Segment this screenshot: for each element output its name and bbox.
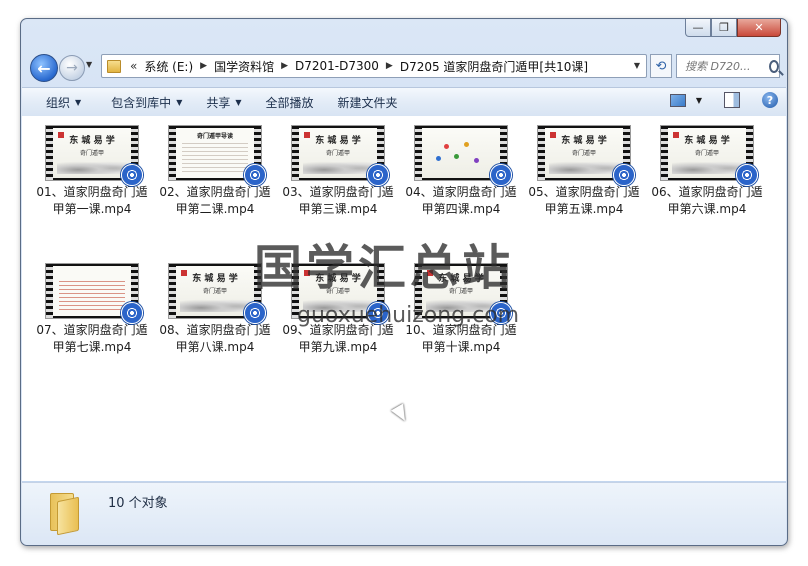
chevron-right-icon[interactable]: ▶	[281, 61, 288, 71]
details-pane: 10 个对象	[22, 482, 786, 545]
file-item[interactable]: 奇门遁甲导读 02、道家阴盘奇门遁甲第二课.mp4	[159, 125, 271, 218]
file-name: 03、道家阴盘奇门遁甲第三课.mp4	[282, 185, 394, 216]
file-name: 02、道家阴盘奇门遁甲第二课.mp4	[159, 185, 271, 216]
organize-menu[interactable]: 组织 ▼	[22, 94, 93, 111]
file-name: 01、道家阴盘奇门遁甲第一课.mp4	[36, 185, 148, 216]
file-item[interactable]: 07、道家阴盘奇门遁甲第七课.mp4	[36, 263, 148, 356]
media-player-icon	[244, 164, 266, 186]
new-folder-button[interactable]: 新建文件夹	[326, 94, 410, 111]
media-player-icon	[490, 164, 512, 186]
organize-label: 组织	[46, 95, 71, 110]
breadcrumb-overflow[interactable]: «	[130, 59, 137, 73]
chevron-down-icon: ▼	[75, 97, 82, 107]
toolbar-right: ▼ ?	[669, 92, 778, 108]
file-name: 04、道家阴盘奇门遁甲第四课.mp4	[405, 185, 517, 216]
file-name: 06、道家阴盘奇门遁甲第六课.mp4	[651, 185, 763, 216]
share-menu[interactable]: 共享 ▼	[194, 94, 253, 111]
file-item[interactable]: 东 城 易 学奇门遁甲 03、道家阴盘奇门遁甲第三课.mp4	[282, 125, 394, 218]
media-player-icon	[613, 164, 635, 186]
change-view-icon[interactable]	[669, 93, 686, 107]
folder-icon	[107, 59, 121, 73]
file-item[interactable]: 04、道家阴盘奇门遁甲第四课.mp4	[405, 125, 517, 218]
play-all-button[interactable]: 全部播放	[254, 94, 326, 111]
video-thumbnail	[414, 125, 512, 186]
media-player-icon	[121, 164, 143, 186]
file-item[interactable]: 东 城 易 学奇门遁甲 08、道家阴盘奇门遁甲第八课.mp4	[159, 263, 271, 356]
video-thumbnail: 东 城 易 学奇门遁甲	[660, 125, 758, 186]
file-item[interactable]: 东 城 易 学奇门遁甲 01、道家阴盘奇门遁甲第一课.mp4	[36, 125, 148, 218]
maximize-button[interactable]: ❐	[711, 19, 737, 37]
file-name: 07、道家阴盘奇门遁甲第七课.mp4	[36, 323, 148, 354]
media-player-icon	[367, 302, 389, 324]
video-thumbnail: 东 城 易 学奇门遁甲	[537, 125, 635, 186]
breadcrumb-library[interactable]: 国学资料馆	[214, 58, 274, 75]
file-item[interactable]: 东 城 易 学奇门遁甲 09、道家阴盘奇门遁甲第九课.mp4	[282, 263, 394, 356]
breadcrumb-drive[interactable]: 系统 (E:)	[144, 58, 193, 75]
media-player-icon	[736, 164, 758, 186]
media-player-icon	[121, 302, 143, 324]
chevron-right-icon[interactable]: ▶	[386, 61, 393, 71]
breadcrumb-range[interactable]: D7201-D7300	[295, 59, 379, 73]
help-icon[interactable]: ?	[762, 92, 778, 108]
video-thumbnail: 奇门遁甲导读	[168, 125, 266, 186]
video-thumbnail: 东 城 易 学奇门遁甲	[45, 125, 143, 186]
share-label: 共享	[206, 95, 231, 110]
view-dropdown-icon[interactable]: ▼	[696, 96, 702, 105]
chevron-right-icon[interactable]: ▶	[200, 61, 207, 71]
breadcrumb-current[interactable]: D7205 道家阴盘奇门遁甲[共10课]	[400, 58, 588, 75]
video-thumbnail: 东 城 易 学奇门遁甲	[168, 263, 266, 324]
file-list: 东 城 易 学奇门遁甲 01、道家阴盘奇门遁甲第一课.mp4 奇门遁甲导读 02…	[22, 116, 786, 481]
recent-pages-dropdown[interactable]: ▼	[86, 60, 92, 69]
video-thumbnail	[45, 263, 143, 324]
media-player-icon	[367, 164, 389, 186]
address-dropdown[interactable]: ▼	[634, 61, 640, 70]
address-bar[interactable]: « 系统 (E:) ▶ 国学资料馆 ▶ D7201-D7300 ▶ D7205 …	[101, 54, 647, 78]
video-thumbnail: 东 城 易 学奇门遁甲	[291, 263, 389, 324]
explorer-window: — ❐ ✕ ← → ▼ « 系统 (E:) ▶ 国学资料馆 ▶ D7201-D7…	[20, 18, 788, 546]
include-in-library-menu[interactable]: 包含到库中 ▼	[93, 94, 194, 111]
file-name: 10、道家阴盘奇门遁甲第十课.mp4	[405, 323, 517, 354]
chevron-down-icon: ▼	[235, 97, 242, 107]
file-item[interactable]: 东 城 易 学奇门遁甲 05、道家阴盘奇门遁甲第五课.mp4	[528, 125, 640, 218]
search-icon[interactable]	[769, 59, 779, 73]
file-name: 09、道家阴盘奇门遁甲第九课.mp4	[282, 323, 394, 354]
caption-buttons: — ❐ ✕	[685, 19, 781, 37]
preview-pane-icon[interactable]	[724, 92, 740, 108]
file-item[interactable]: 东 城 易 学奇门遁甲 10、道家阴盘奇门遁甲第十课.mp4	[405, 263, 517, 356]
refresh-button[interactable]: ⟲	[650, 54, 672, 78]
media-player-icon	[490, 302, 512, 324]
minimize-button[interactable]: —	[685, 19, 711, 37]
command-bar: 组织 ▼ 包含到库中 ▼ 共享 ▼ 全部播放 新建文件夹 ▼ ?	[22, 87, 786, 117]
file-name: 05、道家阴盘奇门遁甲第五课.mp4	[528, 185, 640, 216]
video-thumbnail: 东 城 易 学奇门遁甲	[291, 125, 389, 186]
close-button[interactable]: ✕	[737, 19, 781, 37]
include-in-library-label: 包含到库中	[111, 95, 172, 110]
item-count: 10 个对象	[108, 496, 168, 511]
file-item[interactable]: 东 城 易 学奇门遁甲 06、道家阴盘奇门遁甲第六课.mp4	[651, 125, 763, 218]
folder-icon	[48, 491, 80, 536]
search-input[interactable]	[683, 58, 767, 74]
refresh-icon: ⟲	[655, 58, 667, 74]
chevron-down-icon: ▼	[176, 97, 183, 107]
media-player-icon	[244, 302, 266, 324]
video-thumbnail: 东 城 易 学奇门遁甲	[414, 263, 512, 324]
search-box[interactable]	[676, 54, 780, 78]
forward-button[interactable]: →	[59, 55, 85, 81]
file-name: 08、道家阴盘奇门遁甲第八课.mp4	[159, 323, 271, 354]
back-button[interactable]: ←	[30, 54, 58, 82]
